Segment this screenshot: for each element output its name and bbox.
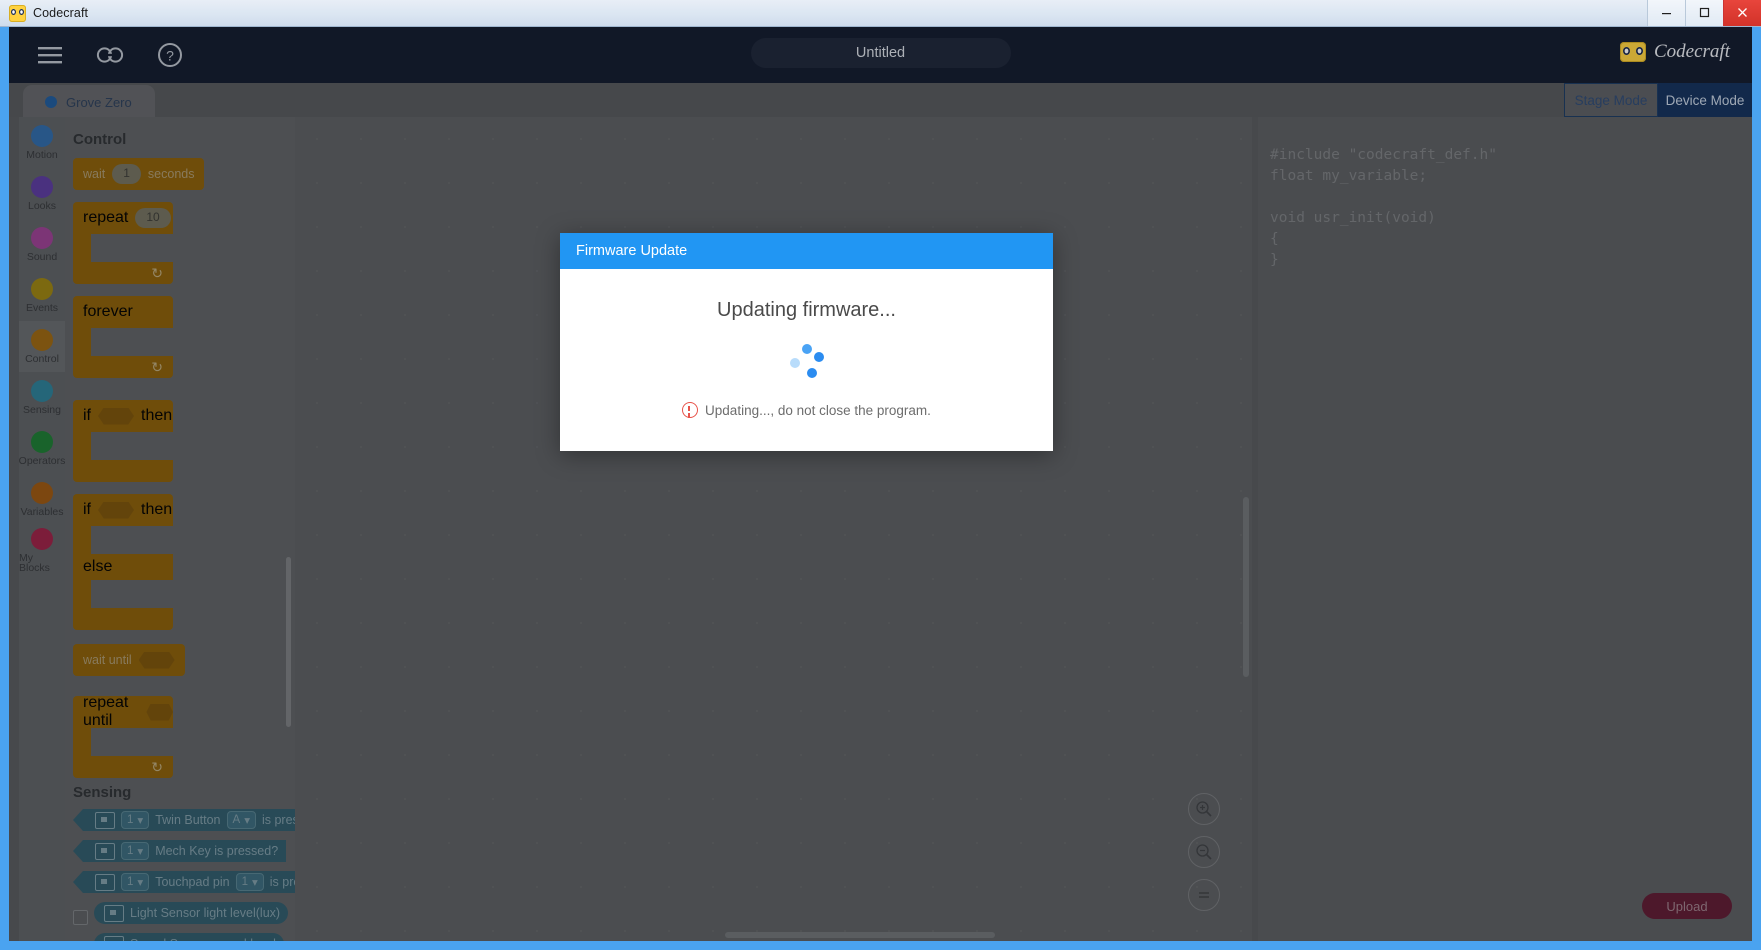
dialog-warning-text: Updating..., do not close the program. (705, 402, 931, 418)
dialog-body: Updating firmware... Updating..., do not… (560, 269, 1053, 451)
maximize-button[interactable] (1685, 0, 1723, 26)
minimize-button[interactable] (1647, 0, 1685, 26)
app-content: ? Untitled Codecraft Grove Zero Stage Mo… (9, 27, 1752, 941)
spinner-dot (806, 368, 817, 378)
app-frame: ? Untitled Codecraft Grove Zero Stage Mo… (0, 27, 1761, 950)
firmware-update-dialog: Firmware Update Updating firmware... Upd… (560, 233, 1053, 451)
loading-spinner-icon (789, 344, 824, 378)
exclamation-circle-icon (682, 402, 699, 418)
os-app-title: Codecraft (33, 6, 89, 20)
dialog-title: Firmware Update (576, 243, 688, 259)
owl-icon (9, 4, 26, 22)
spinner-dot (789, 358, 800, 368)
os-title-bar: Codecraft (0, 0, 1761, 27)
spinner-dot (813, 352, 824, 362)
dialog-warning: Updating..., do not close the program. (682, 402, 931, 418)
dialog-message: Updating firmware... (717, 299, 896, 321)
spinner-dot (801, 344, 812, 354)
dialog-header: Firmware Update (560, 233, 1053, 269)
modal-overlay (9, 27, 1752, 941)
application-window: Codecraft ? Untitled Codecraft Grove Zer… (0, 0, 1761, 950)
window-controls (1647, 0, 1761, 27)
close-button[interactable] (1723, 0, 1761, 26)
